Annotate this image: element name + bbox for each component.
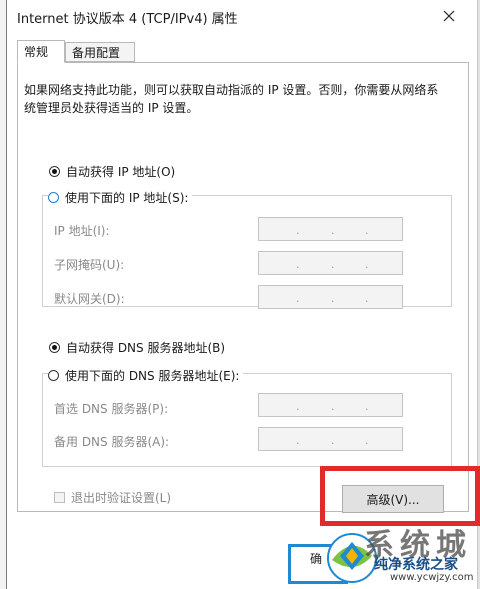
auto-dns-radio-circle[interactable] <box>49 342 60 353</box>
watermark-overlay: 确 系统城 纯净系统之家 www.ycwjzy.com <box>280 520 480 589</box>
validate-on-exit-checkbox: 退出时验证设置(L) <box>54 489 171 506</box>
auto-ip-radio-circle[interactable] <box>49 166 60 177</box>
preferred-dns-input: ... <box>258 393 403 417</box>
watermark-url: www.ycwjzy.com <box>390 572 474 583</box>
validate-checkbox-label: 退出时验证设置(L) <box>71 491 172 505</box>
ip-address-input: ... <box>258 217 403 241</box>
subnet-mask-label: 子网掩码(U): <box>54 258 125 272</box>
manual-dns-radio[interactable]: 使用下面的 DNS 服务器地址(E): <box>48 367 244 384</box>
manual-ip-label: 使用下面的 IP 地址(S): <box>65 191 189 205</box>
manual-ip-radio[interactable]: 使用下面的 IP 地址(S): <box>48 189 193 206</box>
alternate-dns-label: 备用 DNS 服务器(A): <box>54 435 170 449</box>
auto-dns-label: 自动获得 DNS 服务器地址(B) <box>66 341 226 355</box>
ok-button-partial-label: 确 <box>310 552 323 566</box>
close-button[interactable] <box>427 0 471 32</box>
manual-ip-radio-circle[interactable] <box>48 192 59 203</box>
auto-ip-label: 自动获得 IP 地址(O) <box>66 165 176 179</box>
validate-checkbox-box <box>54 492 65 503</box>
window-title: Internet 协议版本 4 (TCP/IPv4) 属性 <box>17 12 238 27</box>
subnet-mask-input: ... <box>258 251 403 275</box>
general-tab-panel: 如果网络支持此功能，则可以获取自动指派的 IP 设置。否则，你需要从网络系统管理… <box>17 62 469 513</box>
title-bar[interactable]: Internet 协议版本 4 (TCP/IPv4) 属性 <box>7 0 477 32</box>
default-gateway-input: ... <box>258 285 403 309</box>
close-icon <box>443 10 455 22</box>
alternate-dns-input: ... <box>258 427 403 451</box>
dns-server-group <box>42 373 452 467</box>
red-highlight-annotation <box>320 466 480 526</box>
tab-general[interactable]: 常规 <box>17 40 65 63</box>
default-gateway-label: 默认网关(D): <box>54 292 125 306</box>
watermark-site-name: 纯净系统之家 <box>374 557 458 573</box>
tab-alternate-configuration[interactable]: 备用配置 <box>65 42 135 62</box>
tcpipv4-properties-dialog: Internet 协议版本 4 (TCP/IPv4) 属性 常规 备用配置 如果… <box>6 0 480 589</box>
preferred-dns-label: 首选 DNS 服务器(P): <box>54 402 169 416</box>
description-text: 如果网络支持此功能，则可以获取自动指派的 IP 设置。否则，你需要从网络系统管理… <box>24 83 439 115</box>
auto-dns-radio[interactable]: 自动获得 DNS 服务器地址(B) <box>49 339 230 356</box>
manual-dns-label: 使用下面的 DNS 服务器地址(E): <box>65 369 240 383</box>
manual-dns-radio-circle[interactable] <box>48 370 59 381</box>
ip-address-label: IP 地址(I): <box>54 224 110 238</box>
auto-ip-radio[interactable]: 自动获得 IP 地址(O) <box>49 163 180 180</box>
